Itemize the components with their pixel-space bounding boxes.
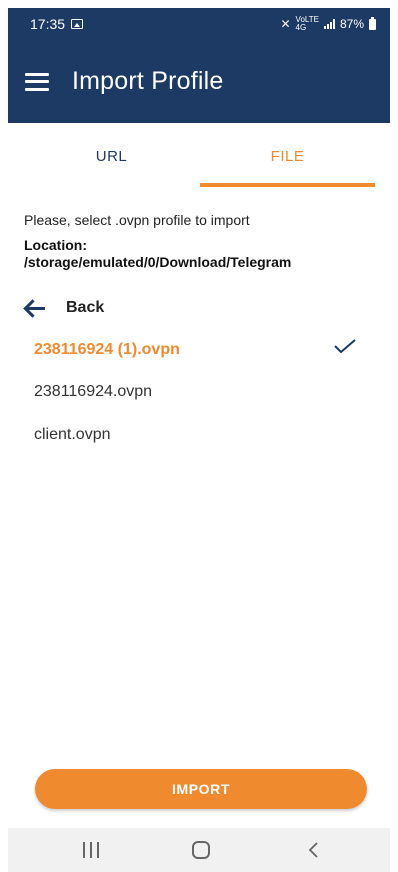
- file-item-selected[interactable]: 238116924 (1).ovpn: [34, 335, 364, 365]
- system-nav-bar: [8, 828, 390, 872]
- check-icon: [334, 339, 356, 353]
- status-time: 17:35: [30, 16, 66, 32]
- status-right: ✕ VoLTE 4G 87%: [280, 16, 376, 32]
- file-item[interactable]: client.ovpn: [34, 420, 364, 450]
- status-left: 17:35: [30, 16, 84, 32]
- signal-icon: [323, 19, 335, 29]
- tab-file[interactable]: FILE: [200, 123, 375, 189]
- battery-icon: [369, 16, 376, 30]
- status-bar: 17:35 ✕ VoLTE 4G 87%: [8, 8, 390, 40]
- menu-icon[interactable]: [25, 72, 49, 91]
- gallery-notification-icon: [71, 19, 84, 29]
- back-arrow-icon: [24, 299, 48, 317]
- network-type-icon: VoLTE 4G: [296, 16, 319, 32]
- import-prompt: Please, select .ovpn profile to import: [24, 212, 250, 228]
- back-label: Back: [66, 299, 105, 316]
- recents-icon[interactable]: [83, 842, 99, 858]
- back-button[interactable]: Back: [24, 294, 104, 322]
- nav-back-icon[interactable]: [308, 842, 320, 858]
- battery-percent: 87%: [339, 17, 364, 31]
- file-name: 238116924.ovpn: [34, 383, 153, 400]
- tab-bar: URL FILE: [8, 123, 390, 189]
- home-icon[interactable]: [192, 841, 210, 859]
- network-type-bottom: 4G: [295, 23, 307, 32]
- app-bar: Import Profile: [8, 40, 390, 123]
- file-name: client.ovpn: [34, 426, 111, 443]
- import-button[interactable]: IMPORT: [35, 769, 367, 809]
- file-name: 238116924 (1).ovpn: [34, 341, 180, 358]
- file-item[interactable]: 238116924.ovpn: [34, 377, 364, 407]
- mute-icon: ✕: [280, 17, 291, 31]
- page-title: Import Profile: [72, 67, 224, 95]
- tab-url[interactable]: URL: [24, 123, 199, 189]
- location-path: Location: /storage/emulated/0/Download/T…: [24, 237, 292, 270]
